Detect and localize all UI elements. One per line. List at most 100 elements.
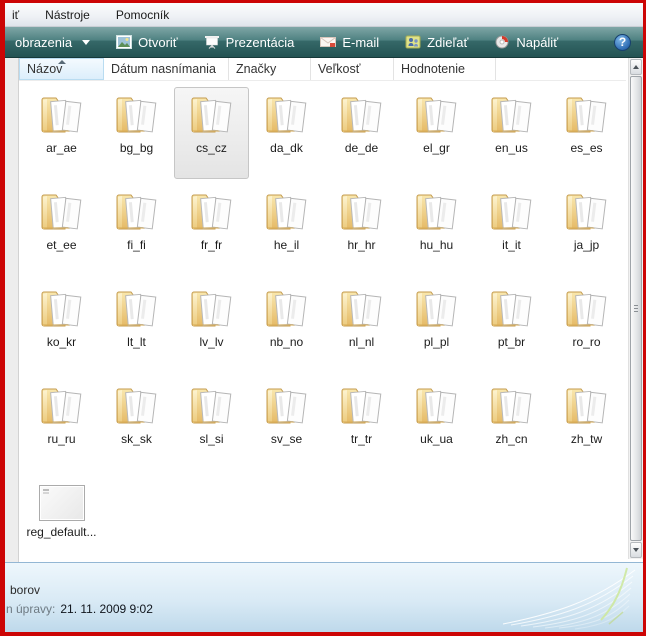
views-dropdown[interactable]: obrazenia bbox=[5, 27, 100, 57]
folder-icon bbox=[563, 382, 611, 428]
column-header-date-taken-label: Dátum nasnímania bbox=[111, 62, 216, 76]
folder-item[interactable]: lv_lv bbox=[174, 281, 249, 373]
folder-item[interactable]: ro_ro bbox=[549, 281, 624, 373]
folder-item[interactable]: tr_tr bbox=[324, 378, 399, 470]
slideshow-button[interactable]: Prezentácia bbox=[194, 27, 305, 57]
chevron-down-icon bbox=[82, 39, 91, 45]
share-icon bbox=[405, 35, 421, 49]
folder-item[interactable]: ja_jp bbox=[549, 184, 624, 276]
folder-grid: ar_ae bg_bg cs_cz da_dk de_de el_gr en_u… bbox=[24, 87, 624, 559]
folder-item-label: pl_pl bbox=[423, 335, 450, 349]
left-pane-edge bbox=[5, 58, 19, 605]
folder-icon bbox=[338, 285, 386, 331]
folder-item[interactable]: sk_sk bbox=[99, 378, 174, 470]
folder-icon bbox=[38, 285, 86, 331]
folder-item-label: uk_ua bbox=[420, 432, 453, 446]
folder-item[interactable]: lt_lt bbox=[99, 281, 174, 373]
email-icon bbox=[320, 37, 337, 47]
folder-item[interactable]: ru_ru bbox=[24, 378, 99, 470]
folder-item-label: tr_tr bbox=[350, 432, 373, 446]
folder-item[interactable]: da_dk bbox=[249, 87, 324, 179]
folder-item[interactable]: bg_bg bbox=[99, 87, 174, 179]
folder-icon bbox=[488, 285, 536, 331]
menu-item-edit-truncated[interactable]: iť bbox=[12, 8, 19, 22]
folder-item[interactable]: hr_hr bbox=[324, 184, 399, 276]
slideshow-button-label: Prezentácia bbox=[225, 34, 295, 50]
toolbar: obrazenia Otvoriť Prezentácia E-mail Zdi… bbox=[5, 27, 643, 58]
help-button[interactable]: ? bbox=[614, 33, 631, 51]
folder-item[interactable]: ar_ae bbox=[24, 87, 99, 179]
column-header-name[interactable]: Názov bbox=[19, 58, 104, 80]
column-header-date-taken[interactable]: Dátum nasnímania bbox=[104, 58, 229, 80]
column-header-size[interactable]: Veľkosť bbox=[311, 58, 394, 80]
file-item[interactable]: reg_default... bbox=[24, 475, 99, 559]
column-header-tags[interactable]: Značky bbox=[229, 58, 311, 80]
email-button-label: E-mail bbox=[342, 34, 380, 50]
folder-icon bbox=[188, 285, 236, 331]
column-header-rating-label: Hodnotenie bbox=[401, 62, 465, 76]
folder-item[interactable]: sv_se bbox=[249, 378, 324, 470]
folder-item[interactable]: de_de bbox=[324, 87, 399, 179]
menu-bar: iť Nástroje Pomocník bbox=[5, 3, 643, 27]
burn-button[interactable]: Napáliť bbox=[484, 27, 568, 57]
folder-icon bbox=[413, 382, 461, 428]
vertical-scrollbar[interactable] bbox=[628, 58, 643, 559]
status-modified-date: n úpravy: 21. 11. 2009 9:02 bbox=[6, 602, 153, 616]
folder-icon bbox=[413, 188, 461, 234]
folder-icon bbox=[188, 382, 236, 428]
folder-item-label: bg_bg bbox=[119, 141, 154, 155]
folder-item[interactable]: fr_fr bbox=[174, 184, 249, 276]
folder-item[interactable]: zh_cn bbox=[474, 378, 549, 470]
email-button[interactable]: E-mail bbox=[310, 27, 389, 57]
share-button[interactable]: Zdieľať bbox=[395, 27, 478, 57]
folder-icon bbox=[113, 91, 161, 137]
folder-item-label: nb_no bbox=[269, 335, 304, 349]
status-modified-label: n úpravy: bbox=[6, 602, 56, 616]
folder-item[interactable]: fi_fi bbox=[99, 184, 174, 276]
folder-icon bbox=[338, 382, 386, 428]
scroll-up-button[interactable] bbox=[630, 59, 642, 75]
folder-item-label: da_dk bbox=[270, 141, 303, 155]
menu-item-help[interactable]: Pomocník bbox=[116, 8, 169, 22]
folder-item[interactable]: es_es bbox=[549, 87, 624, 179]
folder-item[interactable]: ko_kr bbox=[24, 281, 99, 373]
folder-item[interactable]: nb_no bbox=[249, 281, 324, 373]
views-dropdown-label: obrazenia bbox=[15, 34, 73, 50]
folder-item[interactable]: pl_pl bbox=[399, 281, 474, 373]
column-header-rating[interactable]: Hodnotenie bbox=[394, 58, 496, 80]
folder-item-label: fi_fi bbox=[127, 238, 146, 252]
column-header-name-label: Názov bbox=[27, 62, 63, 76]
scrollbar-grip-icon bbox=[634, 304, 638, 314]
folder-item[interactable]: hu_hu bbox=[399, 184, 474, 276]
folder-item-label: he_il bbox=[273, 238, 300, 252]
folder-icon bbox=[38, 188, 86, 234]
folder-icon bbox=[488, 382, 536, 428]
folder-item[interactable]: zh_tw bbox=[549, 378, 624, 470]
arrow-up-icon bbox=[633, 65, 639, 69]
scrollbar-thumb[interactable] bbox=[630, 76, 642, 541]
folder-icon bbox=[113, 188, 161, 234]
folder-item-label: fr_fr bbox=[200, 238, 223, 252]
folder-icon bbox=[563, 91, 611, 137]
folder-item[interactable]: nl_nl bbox=[324, 281, 399, 373]
folder-item[interactable]: el_gr bbox=[399, 87, 474, 179]
folder-item[interactable]: et_ee bbox=[24, 184, 99, 276]
scroll-down-button[interactable] bbox=[630, 542, 642, 558]
file-thumbnail-icon bbox=[38, 485, 85, 521]
folder-item[interactable]: it_it bbox=[474, 184, 549, 276]
burn-icon bbox=[495, 35, 509, 49]
folder-item[interactable]: he_il bbox=[249, 184, 324, 276]
folder-item[interactable]: pt_br bbox=[474, 281, 549, 373]
menu-item-tools[interactable]: Nástroje bbox=[45, 8, 90, 22]
folder-item[interactable]: en_us bbox=[474, 87, 549, 179]
folder-icon bbox=[38, 382, 86, 428]
folder-icon bbox=[488, 188, 536, 234]
folder-item[interactable]: cs_cz bbox=[174, 87, 249, 179]
folder-item-label: ar_ae bbox=[46, 141, 77, 155]
folder-item[interactable]: sl_si bbox=[174, 378, 249, 470]
aurora-swirl-decoration bbox=[502, 567, 636, 630]
folder-item[interactable]: uk_ua bbox=[399, 378, 474, 470]
open-button[interactable]: Otvoriť bbox=[106, 27, 188, 57]
folder-icon bbox=[188, 91, 236, 137]
folder-icon bbox=[563, 285, 611, 331]
